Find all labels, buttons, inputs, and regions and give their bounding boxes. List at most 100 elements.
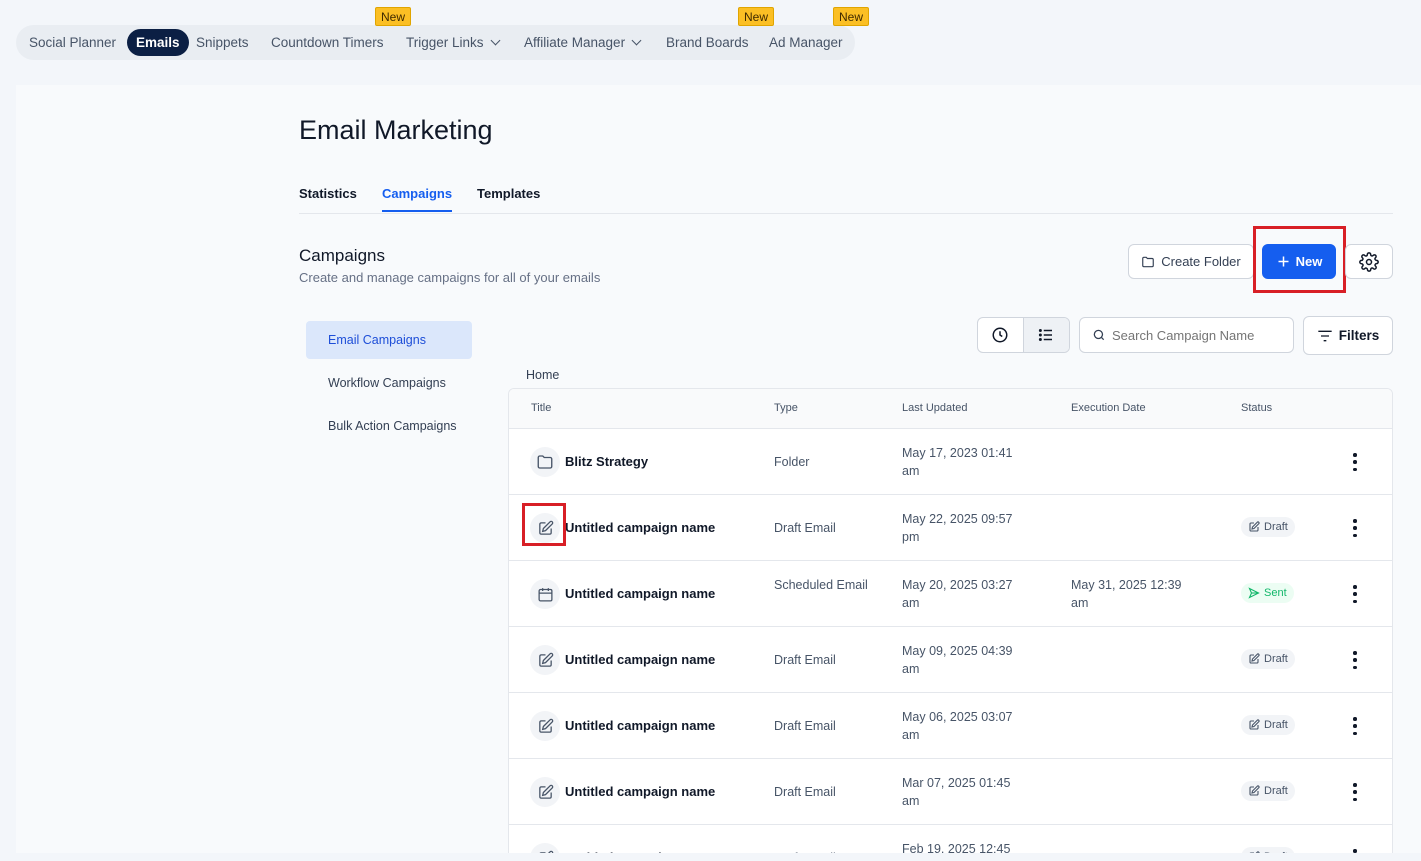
table-row[interactable]: Untitled campaign name Draft Email Feb 19,… [509, 825, 1392, 853]
edit-icon [530, 645, 560, 675]
last-updated-meridiem: pm [902, 530, 920, 544]
table-row[interactable]: Blitz Strategy Folder May 17, 2023 01:41 am [509, 429, 1392, 495]
column-title: Title [531, 402, 552, 414]
last-updated-date: May 22, 2025 09:57 [902, 512, 1013, 526]
filter-icon [1318, 330, 1332, 341]
campaign-type: Draft Email [774, 785, 836, 799]
status-badge: Draft [1241, 517, 1295, 537]
settings-button[interactable] [1345, 244, 1393, 279]
sidebar-item-bulk-action-campaigns[interactable]: Bulk Action Campaigns [306, 407, 472, 445]
more-options-icon[interactable] [1352, 453, 1358, 471]
last-updated-date: Mar 07, 2025 01:45 [902, 776, 1011, 790]
last-updated-meridiem: am [902, 596, 920, 610]
nav-affiliate-manager[interactable]: Affiliate Manager [524, 25, 642, 60]
campaign-title[interactable]: Untitled campaign name [565, 718, 715, 733]
page-title: Email Marketing [299, 115, 493, 145]
status-label: Draft [1264, 785, 1288, 797]
main-panel: Email Marketing Statistics Campaigns Tem… [16, 85, 1421, 853]
section-subtitle: Create and manage campaigns for all of y… [299, 270, 601, 285]
create-folder-label: Create Folder [1161, 254, 1241, 269]
status-badge: Sent [1241, 583, 1294, 603]
tab-templates[interactable]: Templates [477, 186, 540, 210]
campaign-type: Draft Email [774, 653, 836, 667]
last-updated-date: Feb 19, 2025 12:45 [902, 842, 1011, 853]
table-row[interactable]: Untitled campaign name Draft Email May 22,… [509, 495, 1392, 561]
edit-icon [1249, 521, 1260, 532]
campaign-title[interactable]: Untitled campaign name [565, 586, 715, 601]
campaign-title[interactable]: Untitled campaign name [565, 520, 715, 535]
filters-button[interactable]: Filters [1303, 316, 1393, 355]
nav-brand-boards[interactable]: Brand Boards [666, 25, 749, 60]
recent-view-button[interactable] [978, 318, 1024, 352]
more-options-icon[interactable] [1352, 717, 1358, 735]
execution-date: May 31, 2025 12:39 am [1071, 576, 1211, 612]
new-badge: New [738, 7, 775, 26]
campaign-title[interactable]: Untitled campaign name [565, 652, 715, 667]
table-row[interactable]: Untitled campaign name Scheduled Email May… [509, 561, 1392, 627]
table-header: Title Type Last Updated Execution Date S… [509, 389, 1392, 429]
edit-icon [530, 843, 560, 853]
more-options-icon[interactable] [1352, 519, 1358, 537]
folder-icon [1142, 256, 1155, 267]
search-icon [1093, 329, 1105, 341]
sidebar-item-email-campaigns[interactable]: Email Campaigns [306, 321, 472, 359]
status-label: Sent [1264, 587, 1287, 599]
status-label: Draft [1264, 719, 1288, 731]
campaign-type: Draft Email [774, 849, 884, 853]
nav-snippets[interactable]: Snippets [196, 25, 249, 60]
sidebar-item-workflow-campaigns[interactable]: Workflow Campaigns [306, 364, 472, 402]
table-row[interactable]: Untitled campaign name Draft Email Mar 07,… [509, 759, 1392, 825]
last-updated-meridiem: am [902, 662, 920, 676]
edit-icon [1249, 851, 1260, 853]
last-updated-meridiem: am [902, 464, 920, 478]
tab-campaigns[interactable]: Campaigns [382, 186, 453, 212]
more-options-icon[interactable] [1352, 651, 1358, 669]
last-updated-meridiem: am [902, 728, 920, 742]
column-execution-date: Execution Date [1071, 402, 1146, 414]
last-updated-date: May 09, 2025 04:39 [902, 644, 1013, 658]
status-label: Draft [1264, 653, 1288, 665]
campaign-title[interactable]: Untitled campaign name [565, 784, 715, 799]
top-nav: Social Planner Emails Snippets Countdown… [16, 25, 855, 60]
nav-trigger-links[interactable]: Trigger Links [406, 25, 500, 60]
nav-emails[interactable]: Emails [127, 29, 189, 56]
create-folder-button[interactable]: Create Folder [1128, 244, 1254, 279]
last-updated: May 17, 2023 01:41 am [902, 444, 1042, 480]
search-input[interactable] [1112, 327, 1282, 343]
last-updated: Mar 07, 2025 01:45 am [902, 774, 1042, 810]
column-status: Status [1241, 402, 1273, 414]
campaign-type: Scheduled Email [774, 578, 868, 592]
highlight-box [522, 503, 566, 546]
more-options-icon[interactable] [1352, 783, 1358, 801]
nav-ad-manager[interactable]: Ad Manager [769, 25, 843, 60]
status-badge: Draft [1241, 781, 1295, 801]
more-options-icon[interactable] [1352, 849, 1358, 853]
execution-date-value: May 31, 2025 12:39 [1071, 578, 1182, 592]
gear-icon [1359, 251, 1379, 272]
more-options-icon[interactable] [1352, 585, 1358, 603]
table-row[interactable]: Untitled campaign name Draft Email May 09,… [509, 627, 1392, 693]
list-icon [1039, 329, 1053, 341]
last-updated-date: May 17, 2023 01:41 [902, 446, 1013, 460]
status-label: Draft [1264, 851, 1288, 853]
tab-bar: Statistics Campaigns Templates [299, 186, 1393, 214]
campaigns-table: Title Type Last Updated Execution Date S… [508, 388, 1393, 853]
edit-icon [1249, 719, 1260, 730]
status-label: Draft [1264, 521, 1288, 533]
nav-countdown-timers[interactable]: Countdown Timers [271, 25, 384, 60]
filters-label: Filters [1338, 328, 1380, 343]
campaign-title[interactable]: Blitz Strategy [565, 454, 648, 469]
last-updated: May 20, 2025 03:27 am [902, 576, 1042, 612]
search-box [1079, 317, 1294, 353]
highlight-box [1253, 226, 1346, 293]
status-badge: Draft [1241, 649, 1295, 669]
breadcrumb[interactable]: Home [526, 368, 559, 382]
table-row[interactable]: Untitled campaign name Draft Email May 06,… [509, 693, 1392, 759]
campaign-type: Draft Email [774, 521, 836, 535]
tab-statistics[interactable]: Statistics [299, 186, 357, 210]
list-view-button[interactable] [1023, 318, 1069, 352]
edit-icon [1249, 785, 1260, 796]
edit-icon [1249, 653, 1260, 664]
nav-social-planner[interactable]: Social Planner [29, 25, 116, 60]
campaign-title[interactable]: Untitled campaign name [565, 850, 715, 853]
